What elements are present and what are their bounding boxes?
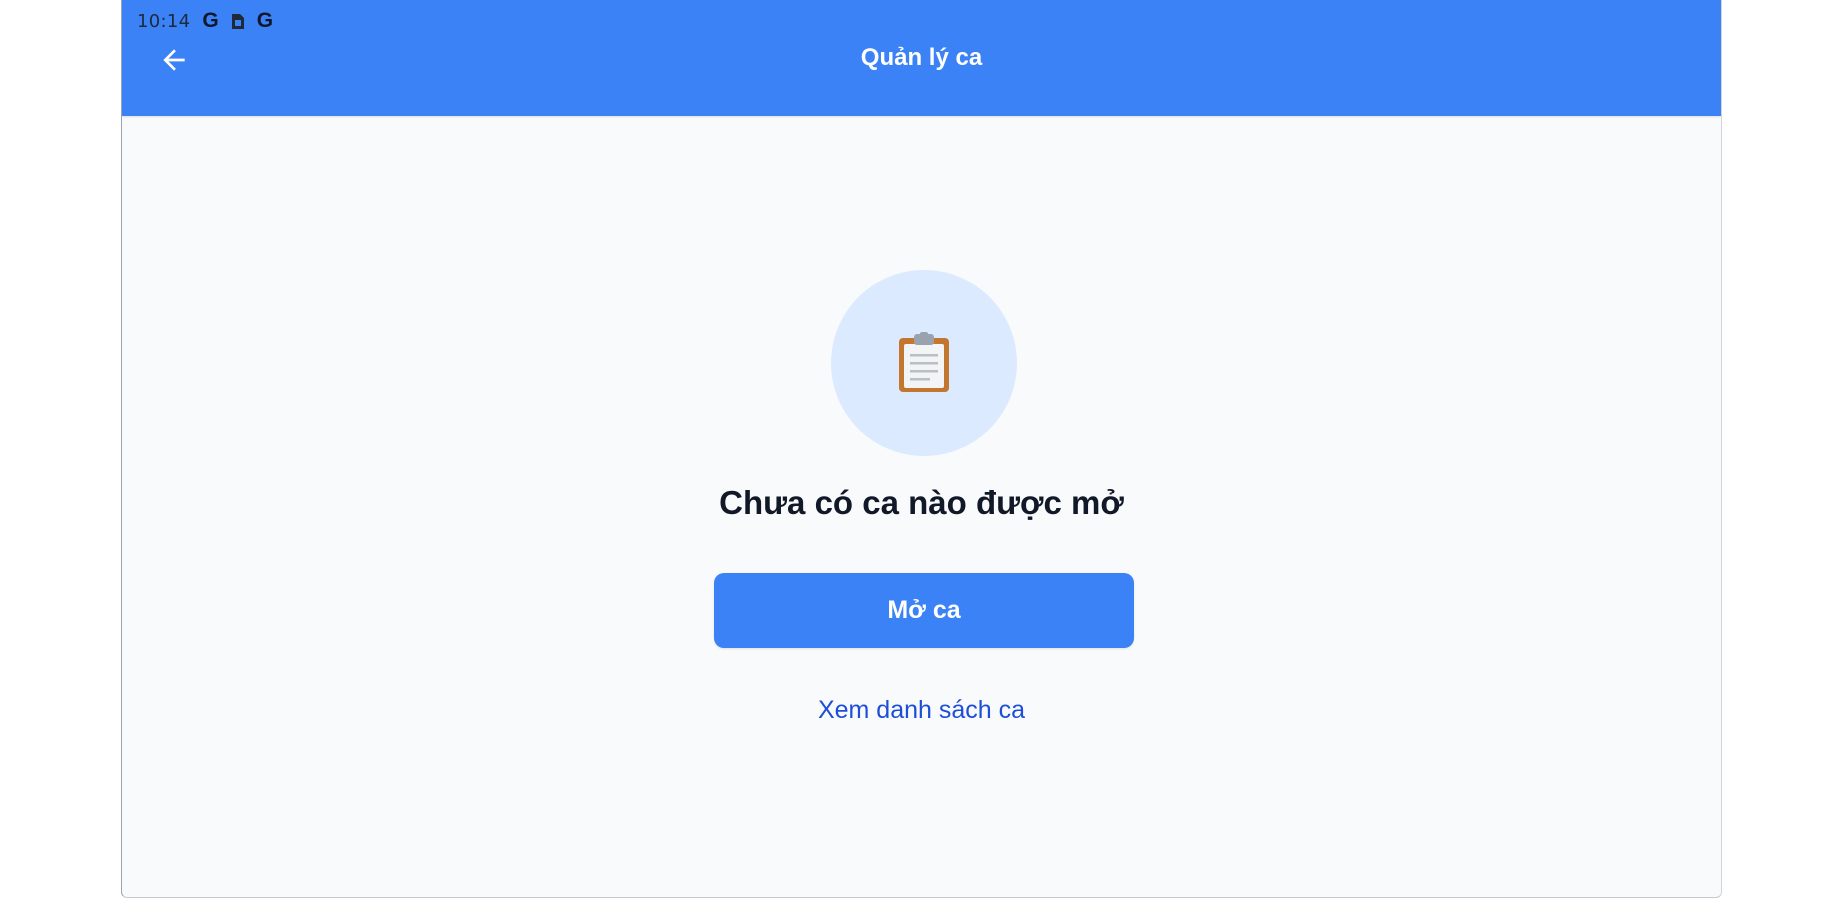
open-shift-button[interactable]: Mở ca: [714, 573, 1134, 648]
view-shift-list-link[interactable]: Xem danh sách ca: [122, 696, 1721, 725]
page-title: Quản lý ca: [860, 44, 983, 71]
google-g-icon: G: [256, 9, 274, 32]
google-g-icon: G: [202, 9, 219, 32]
clipboard-icon: [899, 332, 949, 392]
app-bar: 10:14 G G Quản lý ca: [122, 0, 1721, 116]
status-bar: 10:14 G G: [137, 9, 274, 32]
empty-state-icon-circle: [831, 270, 1017, 456]
empty-state-message: Chưa có ca nào được mở: [719, 484, 1124, 521]
status-time: 10:14: [137, 10, 191, 32]
sim-card-icon: [231, 13, 245, 30]
device-screen: 10:14 G G Quản lý ca Chưa có ca nào được…: [121, 0, 1722, 898]
empty-state: Chưa có ca nào được mở Mở ca Xem danh sá…: [122, 116, 1721, 897]
